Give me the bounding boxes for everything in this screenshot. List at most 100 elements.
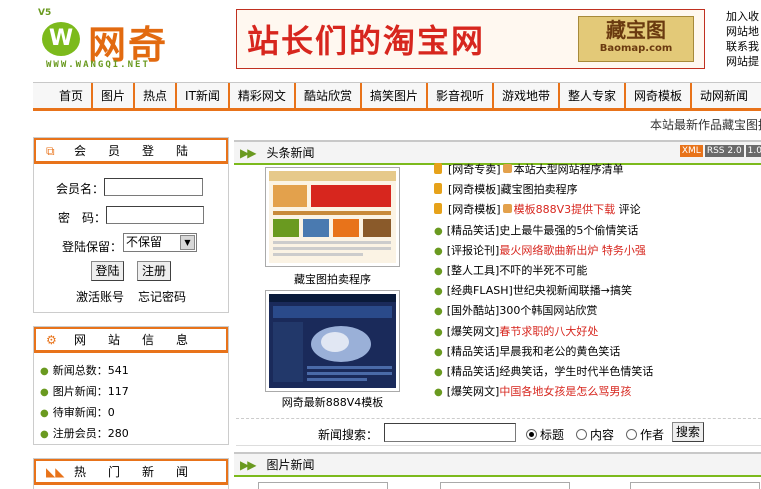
nav-item-cool-sites[interactable]: 酷站欣赏 [293, 82, 360, 109]
news-category[interactable]: [精品笑话] [447, 224, 500, 237]
top-link-favorite[interactable]: 加入收 [726, 9, 761, 24]
news-category[interactable]: [爆笑网文] [447, 325, 500, 338]
news-ticker[interactable]: 本站最新作品藏宝图拍 [230, 116, 761, 132]
chevron-down-icon[interactable]: ▼ [180, 235, 195, 250]
news-item[interactable]: ● [经典FLASH]世纪央视新闻联播→搞笑 [434, 281, 761, 301]
thumb-template-888v4[interactable] [265, 290, 400, 392]
thumb-caption-baomap[interactable]: 藏宝图拍卖程序 [265, 271, 400, 287]
news-category[interactable]: [网奇模板] [448, 203, 501, 216]
hot-news-title: 热门新闻 [74, 465, 211, 479]
banner-brand-url: Baomap.com [599, 43, 673, 54]
news-title[interactable]: 模板888V3提供下载 [514, 203, 616, 216]
news-item[interactable]: ● [国外酷站]300个韩国网站欣赏 [434, 301, 761, 321]
news-category[interactable]: [整人工具] [447, 264, 500, 277]
news-item[interactable]: ● [精品笑话]经典笑话，学生时代半色情笑话 [434, 362, 761, 382]
search-option-label: 内容 [590, 428, 615, 442]
news-item[interactable]: ● [整人工具]不吓的半死不可能 [434, 261, 761, 281]
news-item[interactable]: ● [爆笑网文]中国各地女孩是怎么骂男孩 [434, 382, 761, 402]
headline-news-title: 头条新闻 [266, 146, 315, 160]
login-title: 会员登陆 [74, 144, 211, 158]
bullet-icon: ● [434, 387, 443, 399]
nav-item-it-news[interactable]: IT新闻 [175, 82, 228, 109]
hot-news-panel: ◣◣ 热门新闻 [33, 458, 229, 489]
news-category[interactable]: [爆笑网文] [447, 385, 500, 398]
site-stats-list: ● 新闻总数：541 ● 图片新闻：117 ● 待审新闻：0 ● 注册会员：280 [34, 353, 228, 445]
search-option-content[interactable]: 内容 [576, 426, 614, 443]
news-title[interactable]: 最火网络歌曲新出炉 特务小强 [499, 244, 646, 257]
top-link-sitemap[interactable]: 网站地 [726, 24, 761, 39]
nav-item-media[interactable]: 影音视听 [425, 82, 492, 109]
stat-value: 0 [107, 406, 115, 419]
news-item[interactable]: ● [精品笑话]早晨我和老公的黄色笑话 [434, 342, 761, 362]
login-button[interactable]: 登陆 [91, 261, 124, 281]
news-title[interactable]: 经典笑话，学生时代半色情笑话 [499, 365, 653, 378]
news-comment-link[interactable]: 评论 [619, 203, 641, 216]
news-title[interactable]: 300个韩国网站欣赏 [499, 304, 597, 317]
nav-item-articles[interactable]: 精彩网文 [227, 82, 294, 109]
picture-news-thumb-3[interactable] [630, 482, 760, 489]
site-logo[interactable]: V5 W 网奇 WWW.WANGQI.NET [38, 8, 218, 74]
register-button[interactable]: 注册 [137, 261, 171, 281]
search-input[interactable] [384, 423, 516, 442]
news-item[interactable]: [网奇模板] 模板888V3提供下载 评论 [434, 200, 761, 220]
logo-mark-icon: W [42, 22, 80, 56]
rss1-badge[interactable]: 1.0 [745, 145, 761, 157]
search-option-author[interactable]: 作者 [626, 426, 664, 443]
pin-icon [434, 203, 442, 215]
news-category[interactable]: [经典FLASH] [447, 284, 513, 297]
search-button[interactable]: 搜索 [672, 422, 704, 442]
news-item[interactable]: ● [精品笑话]史上最牛最强的5个偷情笑话 [434, 221, 761, 241]
picture-news-header: ▶▶ 图片新闻 [234, 452, 761, 477]
news-item[interactable]: ● [评报论刊]最火网络歌曲新出炉 特务小强 [434, 241, 761, 261]
forgot-password-link[interactable]: 忘记密码 [138, 288, 186, 305]
picture-news-thumb-1[interactable] [258, 482, 388, 489]
stat-total-news: ● 新闻总数：541 [40, 361, 228, 382]
top-link-contact[interactable]: 联系我 [726, 39, 761, 54]
news-category[interactable]: [精品笑话] [447, 345, 500, 358]
nav-item-home[interactable]: 首页 [43, 83, 91, 109]
news-category[interactable]: [网奇模板] [448, 183, 501, 196]
news-category[interactable]: [精品笑话] [447, 365, 500, 378]
xml-badge[interactable]: XML [679, 145, 703, 157]
news-category[interactable]: [国外酷站] [447, 304, 500, 317]
news-item[interactable]: [网奇模板]藏宝图拍卖程序 [434, 180, 761, 200]
keep-login-select[interactable]: 不保留 ▼ [123, 233, 197, 252]
nav-item-templates[interactable]: 网奇模板 [624, 82, 690, 109]
lock-icon [502, 204, 512, 214]
radio-icon[interactable] [576, 429, 587, 440]
picture-news-thumb-2[interactable] [440, 482, 570, 489]
rss2-badge[interactable]: RSS 2.0 [704, 145, 744, 157]
nav-item-games[interactable]: 游戏地带 [491, 82, 558, 109]
nav-item-dvnews[interactable]: 动网新闻 [690, 82, 756, 109]
top-link-submit[interactable]: 网站提 [726, 54, 761, 69]
news-category[interactable]: [网奇专卖] [448, 163, 501, 176]
nav-item-pictures[interactable]: 图片 [91, 82, 133, 109]
banner-brand-logo: 藏宝图 Baomap.com [578, 16, 694, 62]
news-category[interactable]: [评报论刊] [447, 244, 500, 257]
news-title[interactable]: 藏宝图拍卖程序 [501, 183, 578, 196]
radio-icon[interactable] [526, 429, 537, 440]
double-arrow-icon: ▶▶ [240, 145, 257, 160]
news-title[interactable]: 春节求职的八大好处 [499, 325, 598, 338]
thumb-baomap[interactable] [265, 167, 400, 267]
news-title[interactable]: 早晨我和老公的黄色笑话 [499, 345, 620, 358]
news-item[interactable]: [网奇专卖] 本站大型网站程序清单 [434, 160, 761, 180]
news-item[interactable]: ● [爆笑网文]春节求职的八大好处 [434, 322, 761, 342]
nav-item-pranks[interactable]: 整人专家 [558, 82, 624, 109]
banner-ad[interactable]: 站长们的淘宝网 藏宝图 Baomap.com [236, 9, 705, 69]
top-links: 加入收 网站地 联系我 网站提 [726, 9, 761, 69]
search-option-title[interactable]: 标题 [526, 426, 564, 443]
nav-item-funny-pics[interactable]: 搞笑图片 [359, 82, 426, 109]
news-title[interactable]: 本站大型网站程序清单 [514, 163, 624, 176]
activate-account-link[interactable]: 激活账号 [76, 288, 124, 305]
username-input[interactable] [104, 178, 203, 196]
bullet-icon: ● [434, 326, 443, 338]
news-title[interactable]: 世纪央视新闻联播→搞笑 [513, 284, 632, 297]
radio-icon[interactable] [626, 429, 637, 440]
password-input[interactable] [106, 206, 204, 224]
news-title[interactable]: 史上最牛最强的5个偷情笑话 [499, 224, 638, 237]
thumb-caption-template[interactable]: 网奇最新888V4模板 [262, 394, 403, 410]
nav-item-hot[interactable]: 热点 [133, 82, 175, 109]
news-title[interactable]: 不吓的半死不可能 [499, 264, 587, 277]
news-title[interactable]: 中国各地女孩是怎么骂男孩 [499, 385, 631, 398]
